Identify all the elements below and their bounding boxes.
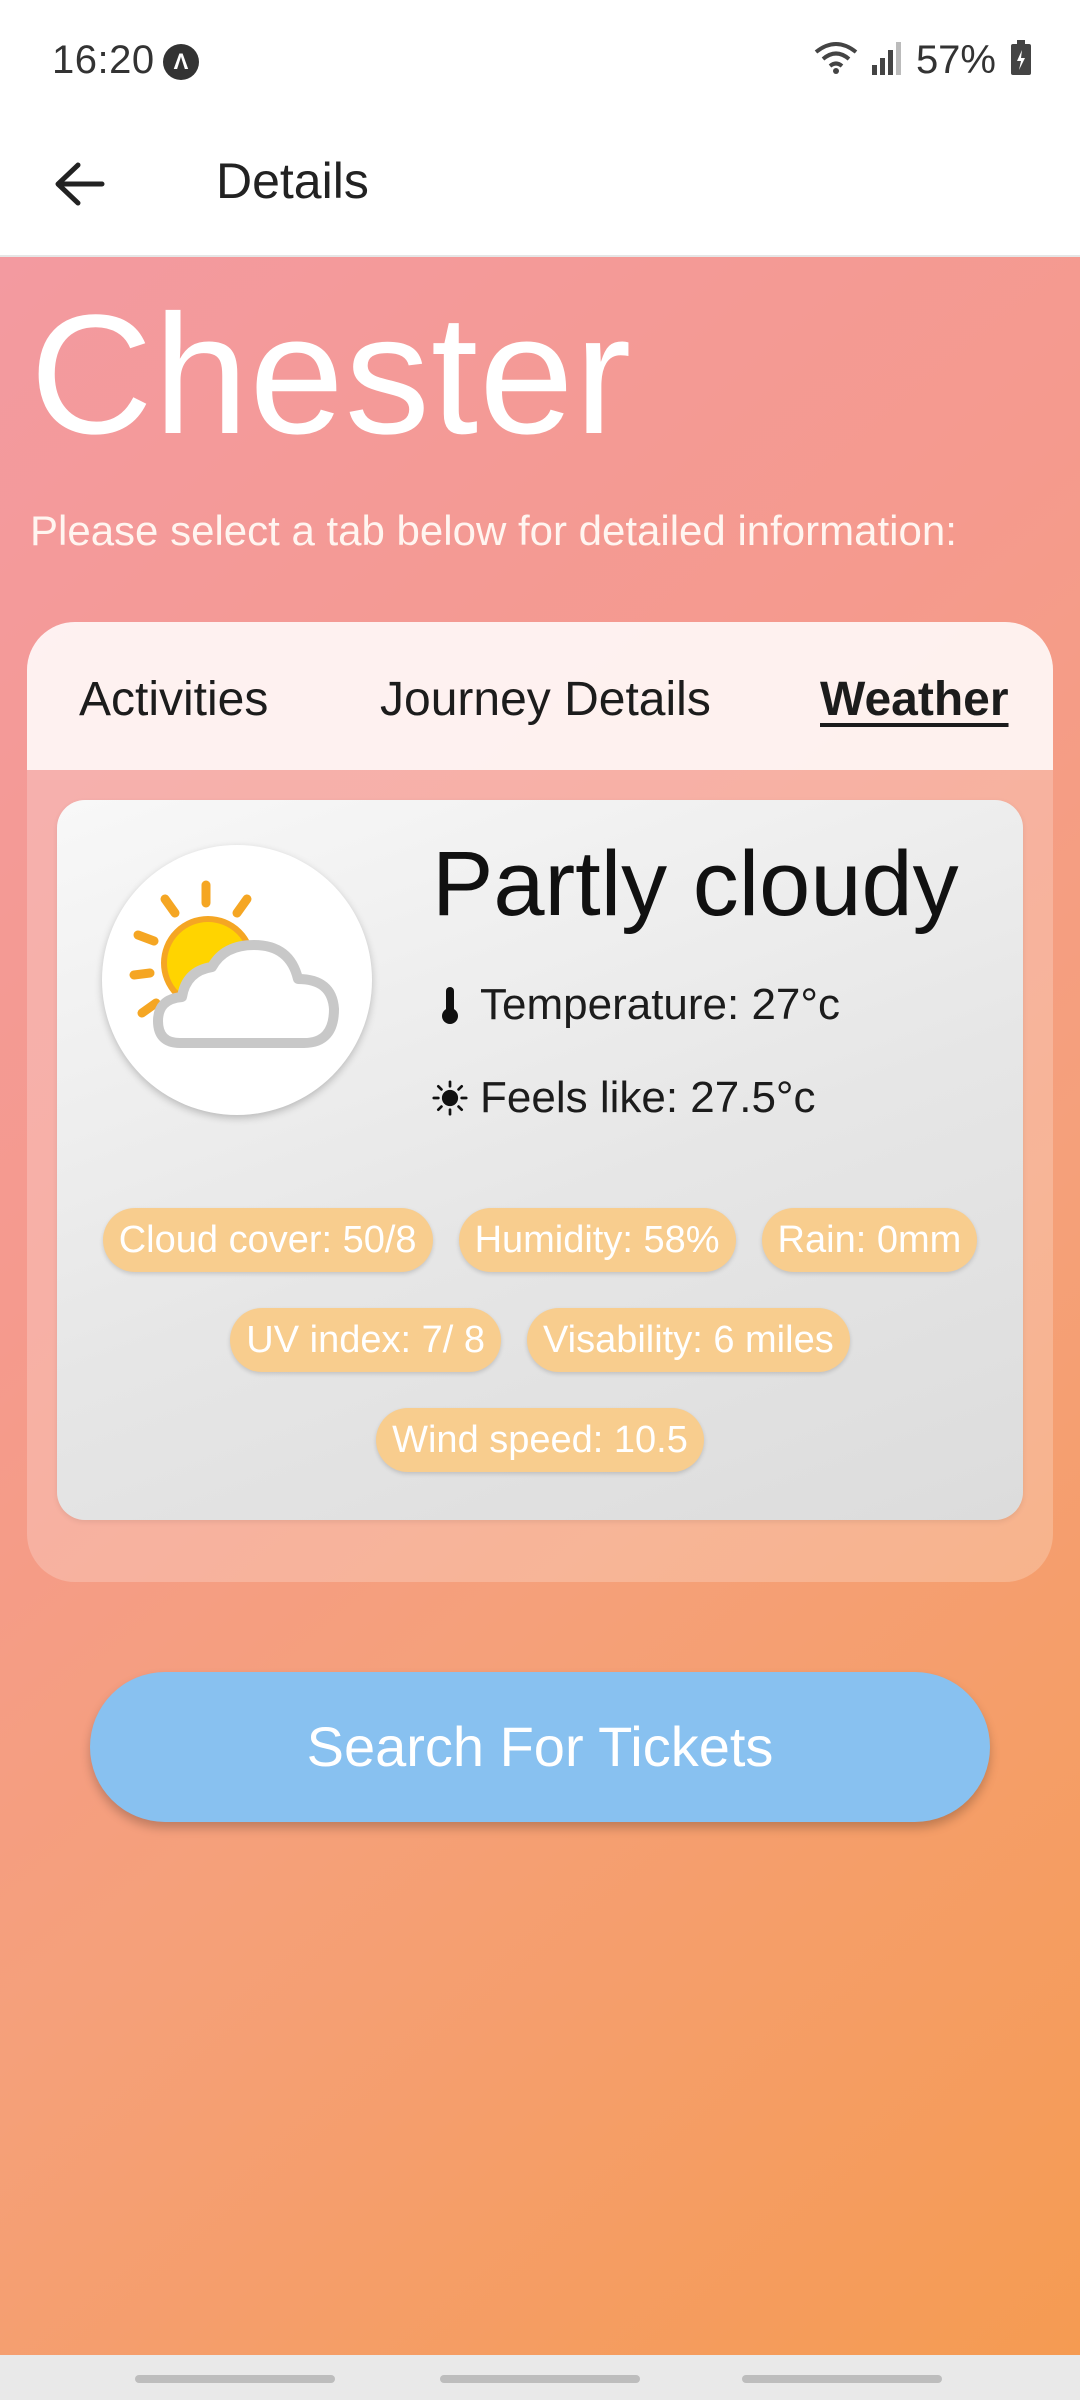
nav-back-handle[interactable] bbox=[742, 2375, 942, 2383]
search-tickets-button[interactable]: Search For Tickets bbox=[90, 1672, 990, 1822]
nav-recents-handle[interactable] bbox=[135, 2375, 335, 2383]
weather-chips-row: Cloud cover: 50/8 Humidity: 58% Rain: 0m… bbox=[57, 1208, 1023, 1272]
nav-home-handle[interactable] bbox=[440, 2375, 640, 2383]
sun-icon bbox=[432, 1076, 468, 1120]
instructions-text: Please select a tab below for detailed i… bbox=[30, 507, 957, 554]
tab-strip: Activities Journey Details Weather bbox=[27, 622, 1053, 770]
city-title: Chester bbox=[30, 280, 633, 470]
arrow-left-icon bbox=[55, 162, 105, 206]
wind-speed-chip: Wind speed: 10.5 bbox=[376, 1408, 704, 1472]
battery-icon bbox=[1010, 40, 1032, 81]
uv-index-chip: UV index: 7/ 8 bbox=[230, 1308, 501, 1372]
info-tabs-card: Activities Journey Details Weather Partl… bbox=[27, 622, 1053, 1582]
weather-chips-row: UV index: 7/ 8 Visability: 6 miles bbox=[57, 1308, 1023, 1372]
back-button[interactable] bbox=[42, 147, 116, 221]
wifi-icon bbox=[814, 40, 858, 81]
visibility-chip: Visability: 6 miles bbox=[526, 1308, 850, 1372]
partly-cloudy-icon bbox=[129, 880, 339, 1048]
weather-icon-container bbox=[102, 845, 372, 1115]
feels-like-row: Feels like: 27.5°c bbox=[432, 1073, 816, 1123]
temperature-row: Temperature: 27°c bbox=[432, 980, 840, 1030]
tab-weather[interactable]: Weather bbox=[820, 672, 1009, 727]
app-notification-icon: Λ bbox=[163, 44, 199, 80]
cloud-cover-chip: Cloud cover: 50/8 bbox=[102, 1208, 433, 1272]
temperature-text: Temperature: 27°c bbox=[480, 980, 840, 1029]
app-bar: Details bbox=[0, 125, 1080, 257]
status-indicators: 57% bbox=[814, 38, 1032, 83]
tab-activities[interactable]: Activities bbox=[79, 672, 268, 727]
weather-condition: Partly cloudy bbox=[432, 833, 959, 935]
humidity-chip: Humidity: 58% bbox=[458, 1208, 736, 1272]
status-time: 16:20 bbox=[52, 38, 155, 82]
battery-percentage: 57% bbox=[915, 38, 996, 82]
page-title: Details bbox=[216, 153, 369, 209]
details-content: Chester Please select a tab below for de… bbox=[0, 257, 1080, 2355]
weather-chips-row: Wind speed: 10.5 bbox=[57, 1408, 1023, 1472]
rain-chip: Rain: 0mm bbox=[761, 1208, 978, 1272]
signal-icon bbox=[871, 41, 902, 80]
thermometer-icon bbox=[432, 983, 468, 1027]
tab-journey-details[interactable]: Journey Details bbox=[380, 672, 711, 727]
system-nav-bar bbox=[0, 2355, 1080, 2400]
status-bar: 16:20 Λ 57% bbox=[0, 0, 1080, 125]
weather-panel: Partly cloudy Temperature: 27°c Feels li… bbox=[57, 800, 1023, 1520]
feels-like-text: Feels like: 27.5°c bbox=[480, 1073, 816, 1122]
